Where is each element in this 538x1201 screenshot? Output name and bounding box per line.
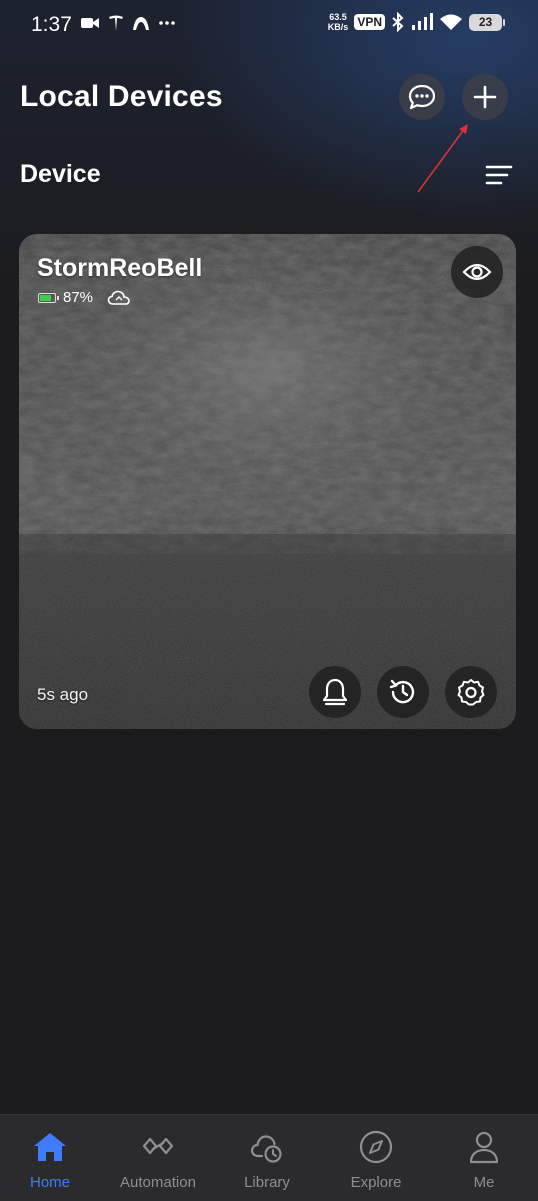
user-icon [469, 1131, 499, 1164]
messages-button[interactable] [399, 74, 445, 120]
notification-icons [80, 14, 176, 32]
nav-automation-label: Automation [120, 1174, 196, 1191]
network-speed-value: 63.5 [329, 12, 347, 22]
status-battery: 23 [469, 13, 505, 31]
network-speed: 63.5 KB/s [328, 12, 349, 32]
device-status: 87% [38, 289, 131, 306]
live-view-button[interactable] [451, 246, 503, 298]
nav-explore-label: Explore [350, 1174, 402, 1191]
battery-icon [38, 292, 59, 303]
nav-home[interactable]: Home [0, 1115, 104, 1201]
nav-me-label: Me [473, 1174, 495, 1191]
gear-icon [457, 679, 485, 706]
eye-icon [462, 263, 492, 281]
compass-icon [359, 1130, 393, 1164]
cloud-clock-icon [250, 1135, 282, 1163]
plus-icon [473, 85, 497, 109]
system-icons: 63.5 KB/s VPN 23 [328, 12, 505, 32]
nav-automation[interactable]: Automation [104, 1115, 212, 1201]
automation-icon [142, 1137, 174, 1155]
more-dots-icon [159, 21, 175, 25]
bluetooth-icon [392, 12, 404, 32]
video-camera-icon [81, 18, 99, 28]
nav-me[interactable]: Me [430, 1115, 538, 1201]
add-device-button[interactable] [462, 74, 508, 120]
device-settings-button[interactable] [445, 666, 497, 718]
camera-snapshot [19, 234, 516, 729]
last-seen-time: 5s ago [37, 685, 89, 704]
page-title: Local Devices [20, 80, 223, 113]
history-icon [389, 679, 415, 704]
bell-icon [322, 678, 348, 706]
device-card[interactable]: StormReoBell 87% 5s ago [19, 234, 516, 729]
network-speed-unit: KB/s [327, 22, 349, 32]
bottom-navigation: Home Automation Library Explore Me [0, 1114, 538, 1201]
cloud-icon [107, 290, 130, 305]
nav-library-label: Library [244, 1174, 290, 1191]
notifications-button[interactable] [309, 666, 361, 718]
status-bar: 1:37 63.5 KB/s VPN 23 [0, 0, 538, 50]
tesla-icon [109, 15, 123, 31]
section-title: Device [20, 160, 101, 188]
arch-app-icon [133, 17, 149, 30]
status-time: 1:37 [31, 13, 72, 36]
device-battery-percent: 87% [63, 289, 94, 306]
nav-library[interactable]: Library [213, 1115, 321, 1201]
signal-icon [412, 13, 433, 30]
nav-home-label: Home [29, 1174, 70, 1191]
history-button[interactable] [377, 666, 429, 718]
wifi-icon [440, 14, 462, 30]
vpn-badge: VPN [354, 14, 385, 30]
sort-menu-button[interactable] [476, 152, 522, 198]
chat-bubble-icon [408, 84, 436, 110]
nav-explore[interactable]: Explore [322, 1115, 430, 1201]
device-name: StormReoBell [37, 254, 203, 282]
home-icon [34, 1133, 66, 1161]
menu-lines-icon [485, 165, 513, 185]
